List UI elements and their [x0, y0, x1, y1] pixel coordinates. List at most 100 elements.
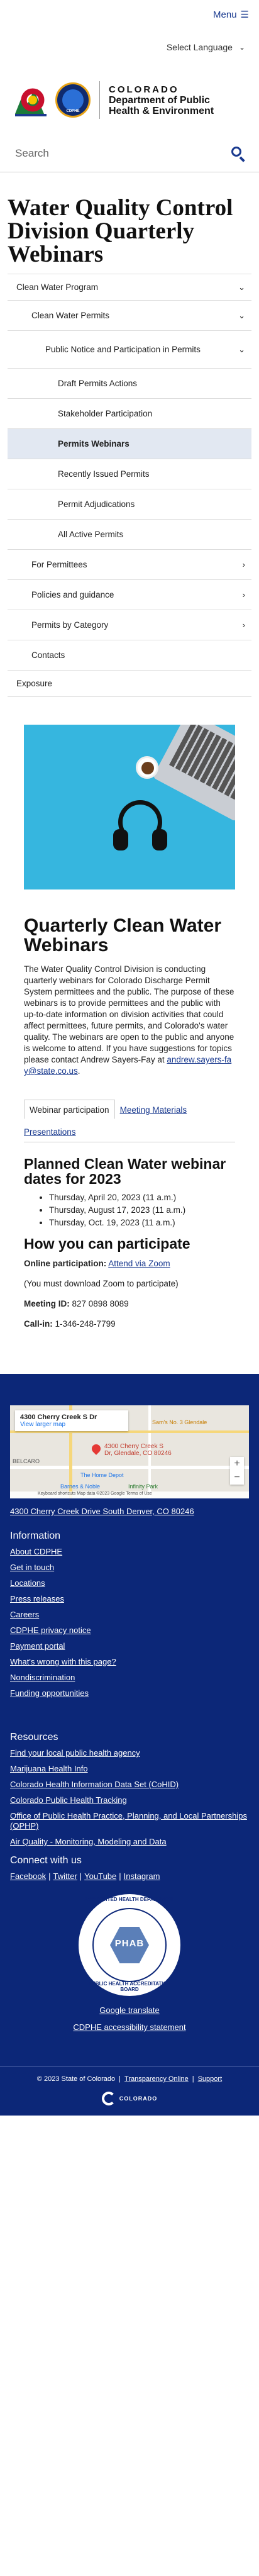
footer-link[interactable]: Funding opportunities [10, 1688, 249, 1698]
online-label: Online participation: [24, 1259, 107, 1268]
subnav-item-clean-water-program[interactable]: Clean Water Program ⌄ [8, 274, 251, 301]
zoom-link[interactable]: Attend via Zoom [108, 1259, 170, 1268]
footer-link[interactable]: About CDPHE [10, 1547, 249, 1557]
resource-links: Find your local public health agency Mar… [0, 1748, 259, 1847]
meeting-id-value: 827 0898 8089 [72, 1299, 129, 1308]
subnav-item-permits-by-category[interactable]: Permits by Category › [8, 610, 251, 640]
footer-link[interactable]: Press releases [10, 1594, 249, 1604]
subnav-item-exposure[interactable]: Exposure [8, 671, 251, 697]
phab-abbr: PHAB [114, 1938, 145, 1949]
footer-link[interactable]: Nondiscrimination [10, 1673, 249, 1683]
content-tabs: Webinar participation Meeting Materials … [24, 1100, 235, 1142]
footer-link[interactable]: Colorado Health Information Data Set (Co… [10, 1780, 249, 1790]
subnav-item-stakeholder-participation[interactable]: Stakeholder Participation [8, 399, 251, 429]
dept-line-1: Department of Public [109, 94, 210, 106]
map-label: The Home Depot [80, 1472, 124, 1478]
site-footer: 4300 Cherry Creek S Dr View larger map S… [0, 1374, 259, 2116]
subnav-item-label: Clean Water Program [16, 282, 99, 292]
subnav-item-permit-adjudications[interactable]: Permit Adjudications [8, 489, 251, 520]
connect-heading: Connect with us [10, 1855, 82, 1866]
phab-seal-icon: ACCREDITED HEALTH DEPARTMENT PHAB PUBLIC… [77, 1892, 182, 1998]
search-input[interactable]: Search [15, 147, 49, 160]
footer-link[interactable]: Get in touch [10, 1563, 249, 1573]
footer-link[interactable]: Careers [10, 1610, 249, 1620]
facebook-link[interactable]: Facebook [10, 1871, 46, 1881]
google-translate: Google translate [0, 2005, 259, 2015]
participate-heading: How you can participate [24, 1235, 190, 1252]
tab-presentations[interactable]: Presentations [24, 1122, 81, 1140]
tab-webinar-participation[interactable]: Webinar participation [24, 1100, 115, 1119]
callin-number: 1-346-248-7799 [55, 1319, 116, 1329]
subnav-item-public-notice[interactable]: Public Notice and Participation in Permi… [8, 331, 251, 369]
map-pin-icon[interactable] [90, 1442, 102, 1455]
list-item: Thursday, April 20, 2023 (11 a.m.) [49, 1191, 235, 1204]
intro-paragraph: The Water Quality Control Division is co… [24, 964, 234, 1076]
map-label: Barnes & Noble [60, 1483, 101, 1490]
list-item: Thursday, August 17, 2023 (11 a.m.) [49, 1204, 235, 1217]
zoom-out-icon[interactable]: − [230, 1471, 244, 1485]
bottom-logo[interactable]: COLORADO [0, 2088, 259, 2116]
callin-line: Call-in: 1-346-248-7799 [0, 1319, 259, 1330]
embedded-map[interactable]: 4300 Cherry Creek S Dr View larger map S… [10, 1405, 249, 1498]
state-name: COLORADO [109, 84, 179, 95]
subnav-item-contacts[interactable]: Contacts [8, 640, 251, 671]
support-link[interactable]: Support [198, 2075, 223, 2083]
map-road [10, 1466, 249, 1469]
subnav-item-all-active-permits[interactable]: All Active Permits [8, 520, 251, 550]
transparency-link[interactable]: Transparency Online [124, 2075, 189, 2083]
pin-line-2: Dr, Glendale, CO 80246 [104, 1450, 172, 1457]
language-selector[interactable]: Select Language ⌄ [0, 29, 259, 65]
subnav-item-policies-guidance[interactable]: Policies and guidance › [8, 580, 251, 610]
subnav-item-label: Exposure [16, 678, 53, 688]
subnav-item-for-permittees[interactable]: For Permittees › [8, 550, 251, 580]
map-pin-label: 4300 Cherry Creek S Dr, Glendale, CO 802… [104, 1443, 172, 1457]
info-links: About CDPHE Get in touch Locations Press… [0, 1547, 259, 1698]
subnav-item-draft-permits-actions[interactable]: Draft Permits Actions [8, 369, 251, 399]
youtube-link[interactable]: YouTube [84, 1871, 116, 1881]
coffee-cup-icon [136, 756, 158, 779]
map-place-title: 4300 Cherry Creek S Dr [20, 1413, 97, 1421]
subnav-item-label: Permits Webinars [58, 438, 130, 449]
subnav-item-label: Draft Permits Actions [58, 378, 138, 388]
section-subnav: Clean Water Program ⌄ Clean Water Permit… [8, 274, 251, 697]
footer-link[interactable]: CDPHE privacy notice [10, 1625, 249, 1636]
footer-link[interactable]: Marijuana Health Info [10, 1764, 249, 1774]
twitter-link[interactable]: Twitter [53, 1871, 77, 1881]
language-label: Select Language [166, 42, 233, 52]
search-bar: Search [0, 135, 259, 172]
address-link[interactable]: 4300 Cherry Creek Drive South Denver, CO… [10, 1507, 194, 1516]
callin-label: Call-in: [24, 1319, 53, 1329]
google-translate-link[interactable]: Google translate [99, 2005, 159, 2015]
subnav-item-clean-water-permits[interactable]: Clean Water Permits ⌄ [8, 301, 251, 331]
accessibility-link[interactable]: CDPHE accessibility statement [73, 2022, 185, 2032]
menu-button[interactable]: Menu ☰ [213, 9, 249, 21]
subnav-item-recently-issued-permits[interactable]: Recently Issued Permits [8, 459, 251, 489]
subnav-item-permits-webinars[interactable]: Permits Webinars [8, 429, 251, 459]
map-zoom-control: + − [230, 1457, 244, 1485]
footer-link[interactable]: What's wrong with this page? [10, 1657, 249, 1667]
main-content: Water Quality Control Division Quarterly… [0, 180, 259, 1330]
search-icon[interactable] [230, 145, 246, 162]
copyright-text: © 2023 State of Colorado [36, 2075, 116, 2083]
footer-link[interactable]: Payment portal [10, 1641, 249, 1651]
view-larger-map-link[interactable]: View larger map [20, 1421, 123, 1428]
chevron-down-icon: ⌄ [238, 310, 245, 320]
instagram-link[interactable]: Instagram [124, 1871, 160, 1881]
department-name: COLORADO Department of Public Health & E… [109, 84, 214, 116]
footer-link[interactable]: Find your local public health agency [10, 1748, 249, 1758]
colorado-flag-logo-icon [15, 88, 47, 116]
tab-meeting-materials[interactable]: Meeting Materials [115, 1100, 192, 1118]
colorado-c-icon [101, 2092, 116, 2105]
footer-link[interactable]: Office of Public Health Practice, Planni… [10, 1811, 249, 1831]
footer-link[interactable]: Air Quality - Monitoring, Modeling and D… [10, 1837, 249, 1847]
chevron-down-icon: ⌄ [238, 43, 245, 52]
footer-link[interactable]: Colorado Public Health Tracking [10, 1795, 249, 1805]
seal-text: CDPHE [66, 109, 80, 113]
section-title: Quarterly Clean Water Webinars [24, 915, 221, 956]
subnav-item-label: Permits by Category [31, 620, 109, 630]
footer-link[interactable]: Locations [10, 1578, 249, 1588]
zoom-in-icon[interactable]: + [230, 1457, 244, 1471]
logo-row[interactable]: CDPHE COLORADO Department of Public Heal… [0, 65, 259, 135]
bottom-bar: © 2023 State of Colorado | Transparency … [0, 2066, 259, 2088]
site-header: Menu ☰ Select Language ⌄ CDPHE COLORADO … [0, 0, 259, 172]
